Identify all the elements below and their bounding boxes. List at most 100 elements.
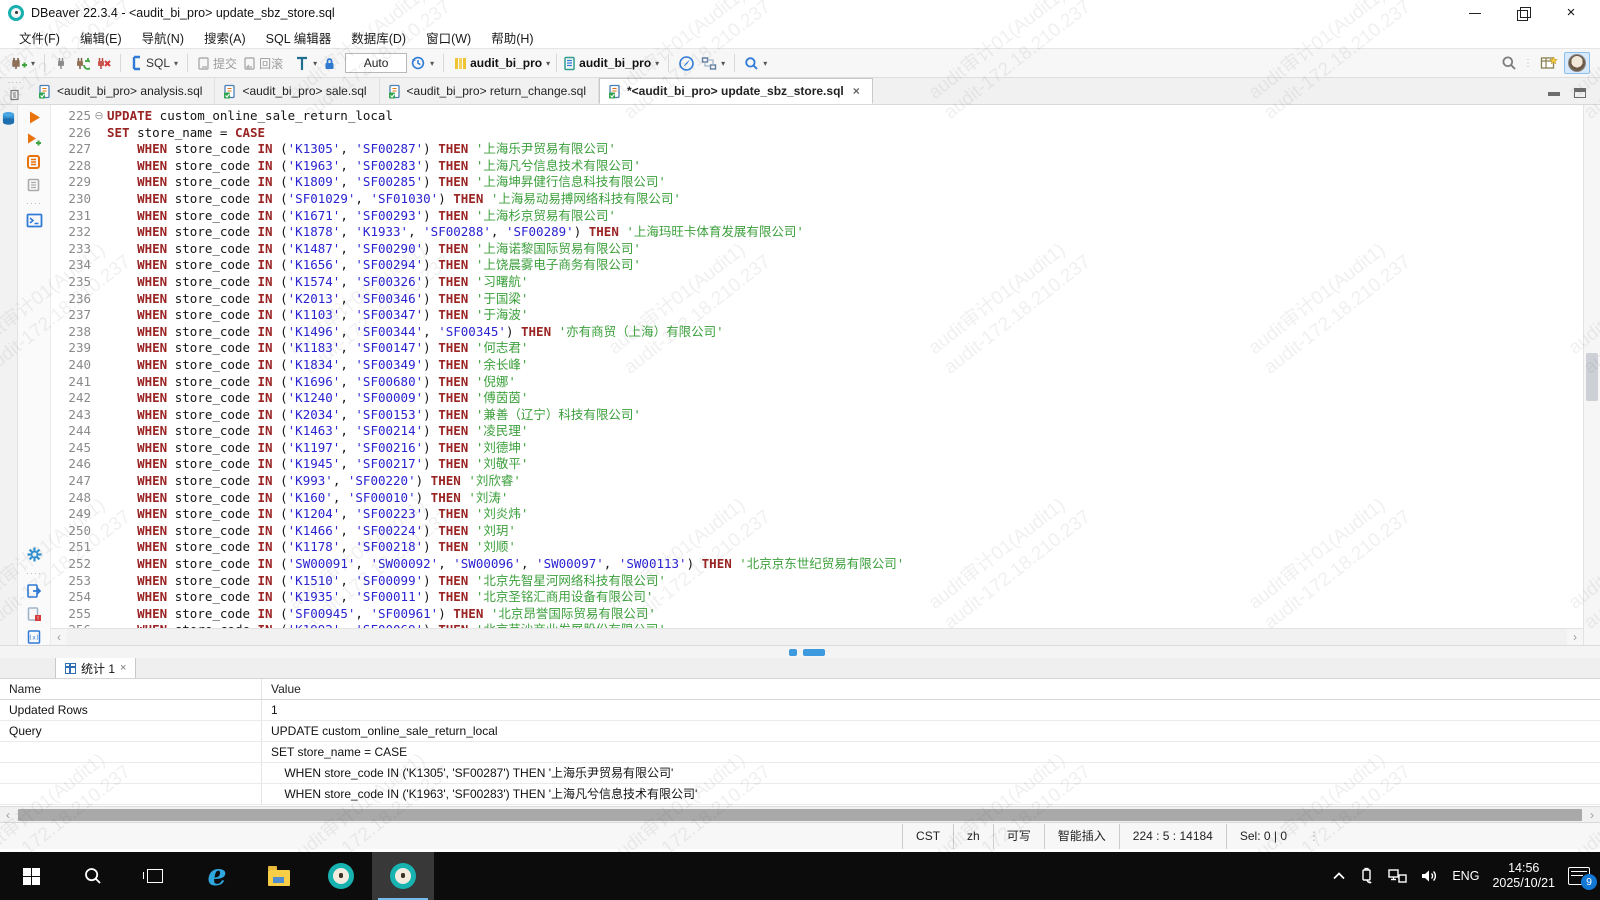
status-cell: Sel: 0 | 0 <box>1226 824 1300 849</box>
task-view-button[interactable] <box>124 852 186 900</box>
fold-marker-icon[interactable]: ⊖ <box>91 108 107 125</box>
results-horizontal-scrollbar[interactable]: ‹ › <box>0 806 1600 822</box>
tab-label: <audit_bi_pro> analysis.sql <box>57 84 202 98</box>
code-token: , <box>340 357 355 374</box>
sql-editor-button[interactable]: SQL ▾ <box>127 53 181 73</box>
database-navigator-icon[interactable] <box>1 111 16 126</box>
stats-row[interactable]: WHEN store_code IN ('K1305', 'SF00287') … <box>0 763 1600 784</box>
auto-sync-button[interactable] <box>675 53 698 74</box>
scroll-right-icon[interactable]: › <box>1567 630 1583 644</box>
reconnect-button[interactable] <box>71 54 93 73</box>
search-metadata-button[interactable]: ▾ <box>741 54 770 73</box>
editor-tab[interactable]: <audit_bi_pro> sale.sql <box>215 78 379 104</box>
editor-list-icon[interactable]: ···· <box>0 78 30 104</box>
disconnect-button[interactable] <box>93 54 114 73</box>
execute-statement-icon[interactable] <box>27 110 42 125</box>
action-center-icon[interactable]: 9 <box>1568 867 1590 885</box>
sash-expand-button[interactable] <box>803 649 825 656</box>
stats-row[interactable]: Updated Rows1 <box>0 700 1600 721</box>
schema-selector[interactable]: audit_bi_pro ▾ <box>560 54 662 73</box>
menu-item[interactable]: 导航(N) <box>133 26 193 49</box>
open-terminal-icon[interactable] <box>26 213 43 228</box>
dbeaver-taskbar-button-active[interactable] <box>372 852 434 900</box>
code-token: WHEN <box>137 158 167 175</box>
sash-collapse-button[interactable] <box>789 649 797 656</box>
save-file-alert-icon[interactable]: ! <box>26 606 42 622</box>
editor-horizontal-scrollbar[interactable]: ‹ › <box>51 628 1583 645</box>
code-token: , <box>340 241 355 258</box>
scroll-right-icon[interactable]: › <box>1584 808 1600 822</box>
connect-button[interactable] <box>51 54 71 73</box>
scrollbar-thumb[interactable] <box>1586 353 1598 401</box>
input-language-indicator[interactable]: ENG <box>1452 869 1479 883</box>
file-explorer-button[interactable] <box>248 852 310 900</box>
code-token: , <box>521 556 536 573</box>
tray-chevron-up-icon[interactable] <box>1332 871 1346 881</box>
editor-vertical-scrollbar[interactable] <box>1583 105 1600 645</box>
start-button[interactable] <box>0 852 62 900</box>
close-button[interactable]: × <box>1564 6 1578 20</box>
menu-item[interactable]: 帮助(H) <box>482 26 542 49</box>
scroll-left-icon[interactable]: ‹ <box>0 808 16 822</box>
execute-in-new-tab-icon[interactable] <box>26 132 42 147</box>
transaction-history-button[interactable]: ▾ <box>407 53 437 73</box>
menu-item[interactable]: 窗口(W) <box>417 26 480 49</box>
code-token <box>107 423 137 440</box>
minimize-editor-icon[interactable] <box>1548 88 1560 96</box>
network-icon[interactable] <box>1387 868 1407 884</box>
open-perspective-icon[interactable] <box>1540 55 1558 72</box>
usb-device-icon[interactable] <box>1359 867 1374 885</box>
code-token: ) <box>423 141 438 158</box>
code-token <box>468 523 476 540</box>
volume-icon[interactable] <box>1420 868 1439 884</box>
close-icon[interactable]: × <box>120 662 126 674</box>
explain-plan-icon[interactable] <box>26 177 42 193</box>
line-number: 225 <box>51 108 91 125</box>
stats-row[interactable]: WHEN store_code IN ('K1963', 'SF00283') … <box>0 784 1600 805</box>
dbeaver-perspective-button[interactable] <box>1564 52 1590 74</box>
menu-item[interactable]: SQL 编辑器 <box>257 26 341 49</box>
collapsed-database-navigator[interactable] <box>0 105 18 645</box>
editor-tab[interactable]: <audit_bi_pro> analysis.sql <box>30 78 215 104</box>
connection-selector[interactable]: audit_bi_pro ▾ <box>450 54 553 73</box>
internet-explorer-button[interactable]: e <box>186 852 248 900</box>
code-token: THEN <box>521 324 551 341</box>
maximize-editor-icon[interactable] <box>1574 88 1586 98</box>
stats-tab[interactable]: 统计 1 × <box>55 657 136 678</box>
export-result-icon[interactable] <box>26 583 42 599</box>
new-connection-button[interactable]: ▾ <box>7 53 38 73</box>
taskbar-search-button[interactable] <box>62 852 124 900</box>
execute-script-icon[interactable] <box>26 154 42 170</box>
file-source-icon[interactable]: (x) <box>26 629 42 645</box>
lock-icon[interactable] <box>320 54 339 73</box>
settings-gear-icon[interactable] <box>26 546 43 563</box>
quick-access-search-icon[interactable] <box>1501 55 1517 71</box>
stats-row[interactable]: QueryUPDATE custom_online_sale_return_lo… <box>0 721 1600 742</box>
panel-splitter[interactable] <box>0 645 1600 658</box>
menu-item[interactable]: 搜索(A) <box>195 26 255 49</box>
stats-row[interactable]: SET store_name = CASE <box>0 742 1600 763</box>
commit-mode-combo[interactable]: Auto <box>345 53 407 73</box>
transaction-log-button[interactable]: ▾ <box>292 53 320 73</box>
editor-tab[interactable]: <audit_bi_pro> return_change.sql <box>380 78 599 104</box>
minimize-button[interactable] <box>1468 6 1482 20</box>
network-profile-button[interactable]: ▾ <box>698 54 728 73</box>
menu-item[interactable]: 文件(F) <box>10 26 69 49</box>
restore-button[interactable] <box>1516 6 1530 20</box>
menu-item[interactable]: 编辑(E) <box>71 26 131 49</box>
scrollbar-thumb[interactable] <box>18 809 1582 821</box>
rollback-button[interactable]: 回滚 <box>240 53 286 74</box>
code-token <box>107 573 137 590</box>
dbeaver-taskbar-button[interactable] <box>310 852 372 900</box>
code-token <box>468 291 476 308</box>
close-icon[interactable]: × <box>853 84 860 98</box>
editor-tab[interactable]: *<audit_bi_pro> update_sbz_store.sql× <box>599 78 873 104</box>
column-header-value[interactable]: Value <box>262 679 1600 699</box>
commit-button[interactable]: 提交 <box>194 53 240 74</box>
column-header-name[interactable]: Name <box>0 679 262 699</box>
clock[interactable]: 14:56 2025/10/21 <box>1492 861 1555 891</box>
menu-item[interactable]: 数据库(D) <box>342 26 415 49</box>
scroll-left-icon[interactable]: ‹ <box>51 630 67 644</box>
code-area[interactable]: 225⊖UPDATE custom_online_sale_return_loc… <box>51 105 1583 628</box>
code-token: ( <box>273 257 288 274</box>
